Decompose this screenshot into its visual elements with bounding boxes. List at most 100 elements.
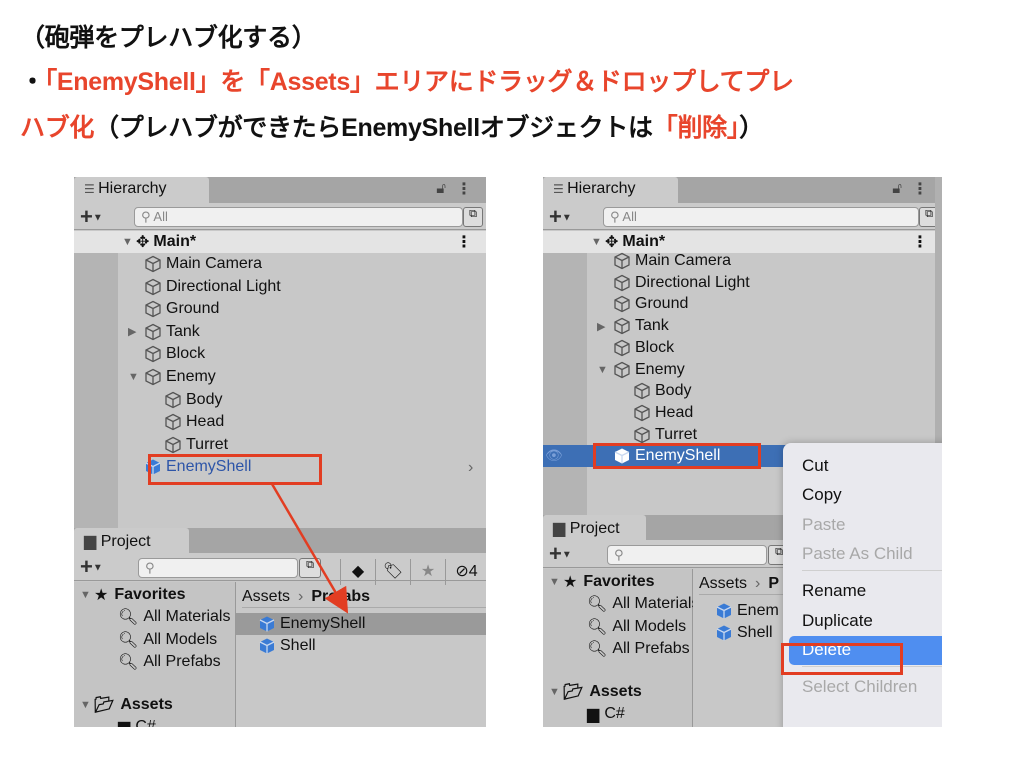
expand-arrow-icon[interactable]: ▼ [549,686,563,698]
hierarchy-search-input[interactable]: ⚲ All [134,207,463,227]
filter-by-type-icon[interactable]: ◆ [340,559,375,585]
hierarchy-item[interactable]: ▶ Tank [128,321,200,343]
item-label: Body [655,382,692,400]
expand-arrow-icon[interactable]: ▶ [128,325,142,338]
favorite-label: All Prefabs [143,653,221,670]
expand-arrow-icon[interactable]: ▼ [80,699,94,711]
heading-line1: （砲弾をプレハブ化する） [20,24,317,52]
assets-folder[interactable]: ▼ 📂︎ Assets [549,681,642,703]
favorite-item[interactable]: 🔍︎ All Models [587,616,693,638]
expand-arrow-icon[interactable]: ▼ [122,236,136,248]
menu-item-cut[interactable]: Cut [783,451,942,480]
project-search-input[interactable]: ⚲ [607,545,767,565]
hierarchy-item[interactable]: ▼ Enemy [597,359,685,381]
item-label: Turret [655,425,698,443]
more-options-icon[interactable]: ⋮ [912,179,928,199]
prefab-asset[interactable]: EnemyShell [258,613,365,635]
hierarchy-item[interactable]: Main Camera [613,250,731,272]
hierarchy-item[interactable]: ▼ Enemy [128,366,216,388]
folder-icon: ▆ [587,726,599,727]
hierarchy-item[interactable]: Directional Light [144,276,281,298]
hierarchy-item[interactable]: Main Camera [144,253,262,275]
prefab-asset[interactable]: Shell [715,622,773,644]
menu-item-duplicate[interactable]: Duplicate [783,606,942,635]
menu-item-rename[interactable]: Rename [783,576,942,605]
menu-item-copy[interactable]: Copy [783,481,942,510]
tab-project[interactable]: ▆ Project [74,528,189,553]
scene-row[interactable]: ▼ ✥ Main* ⋮ [74,231,486,253]
hierarchy-item[interactable]: Body [633,380,691,402]
search-scene-icon[interactable]: ⧉ [463,207,483,227]
hierarchy-item[interactable]: Head [633,402,693,424]
create-button[interactable]: +▼ [80,554,103,580]
search-icon: ⚲ [145,560,155,575]
hierarchy-item[interactable]: Ground [613,293,688,315]
favorite-label: All Prefabs [612,640,690,657]
expand-arrow-icon[interactable]: ▼ [591,236,605,248]
favorite-item[interactable]: 🔍︎ All Prefabs [587,638,693,660]
project-search-input[interactable]: ⚲ [138,558,298,578]
asset-folder[interactable]: ▆C# [118,716,156,727]
expand-arrow-icon[interactable]: ▼ [549,576,563,588]
prefab-asset[interactable]: Shell [258,635,316,657]
hierarchy-search-input[interactable]: ⚲ All [603,207,919,227]
favorite-label: All Models [143,630,218,648]
favorite-item[interactable]: 🔍︎ All Materials [118,606,236,628]
search-scene-icon[interactable]: ⧉ [299,558,321,578]
tab-label: Project [569,520,620,537]
assets-folder[interactable]: ▼ 📂︎ Assets [80,694,173,716]
create-button[interactable]: +▼ [549,541,572,567]
expand-arrow-icon[interactable]: ▼ [128,371,142,383]
scene-name: Main* [153,233,197,250]
favorites-header[interactable]: ▼ ★ Favorites [80,584,185,606]
asset-folder[interactable]: ▆C# [587,703,625,725]
item-label: Tank [166,322,200,340]
filter-by-label-icon[interactable]: 🏷︎ [375,559,410,585]
expand-arrow-icon[interactable]: ▼ [80,589,94,601]
favorite-item[interactable]: 🔍︎ All Prefabs [118,651,236,673]
tab-project[interactable]: ▆ Project [543,515,646,540]
expand-arrow-icon[interactable]: ▶ [597,320,611,333]
favorite-item[interactable]: 🔍︎ All Materials [587,593,693,615]
add-button[interactable]: +▼ [549,204,572,230]
hierarchy-item[interactable]: Directional Light [613,272,750,294]
menu-item-paste-as-child[interactable]: Paste As Child [783,540,942,569]
breadcrumb-assets[interactable]: Assets [242,588,290,606]
prefab-asset[interactable]: Enem [715,600,779,622]
favorite-star-icon[interactable]: ★ [410,559,445,585]
menu-item-select-children[interactable]: Select Children [783,672,942,701]
expand-arrow-icon[interactable]: ▼ [597,364,611,376]
open-folder-icon: 📂︎ [563,684,584,701]
lock-icon[interactable]: 🔓︎ [892,180,902,197]
context-menu: Cut Copy Paste Paste As Child Rename Duplicat… [783,443,942,727]
breadcrumb-prefabs[interactable]: Prefabs [311,588,370,606]
scene-row[interactable]: ▼ ✥ Main* ⋮ [543,231,942,253]
scene-menu-icon[interactable]: ⋮ [912,232,928,252]
favorite-item[interactable]: 🔍︎ All Models [118,629,236,651]
lock-icon[interactable]: 🔓︎ [436,180,446,197]
more-options-icon[interactable]: ⋮ [456,179,472,199]
hierarchy-item[interactable]: Head [164,411,224,433]
tab-hierarchy[interactable]: ☰ Hierarchy [543,177,678,203]
breadcrumb-assets[interactable]: Assets [699,575,747,593]
visibility-eye-icon[interactable]: 👁︎ [545,447,563,464]
highlight-box [148,454,322,485]
breadcrumb-prefabs[interactable]: P [768,575,779,593]
menu-item-paste[interactable]: Paste [783,510,942,539]
tab-hierarchy[interactable]: ☰ Hierarchy [74,177,209,203]
add-button[interactable]: +▼ [80,204,103,230]
hierarchy-item[interactable]: Turret [164,434,228,456]
assets-label: Assets [120,696,173,713]
hierarchy-item[interactable]: Ground [144,298,219,320]
hierarchy-item[interactable]: ▶ Tank [597,315,669,337]
asset-folder[interactable]: ▆ExplosionRa [587,725,694,727]
favorites-header[interactable]: ▼ ★ Favorites [549,571,654,593]
hierarchy-item[interactable]: Block [144,343,205,365]
hierarchy-item[interactable]: Block [613,337,674,359]
chevron-right-icon[interactable]: › [468,459,473,477]
delete-highlight-box [781,643,903,675]
hidden-packages-toggle[interactable]: ⊘4 [445,559,486,585]
scene-menu-icon[interactable]: ⋮ [456,232,472,252]
search-placeholder: All [153,209,168,224]
hierarchy-item[interactable]: Body [164,389,222,411]
